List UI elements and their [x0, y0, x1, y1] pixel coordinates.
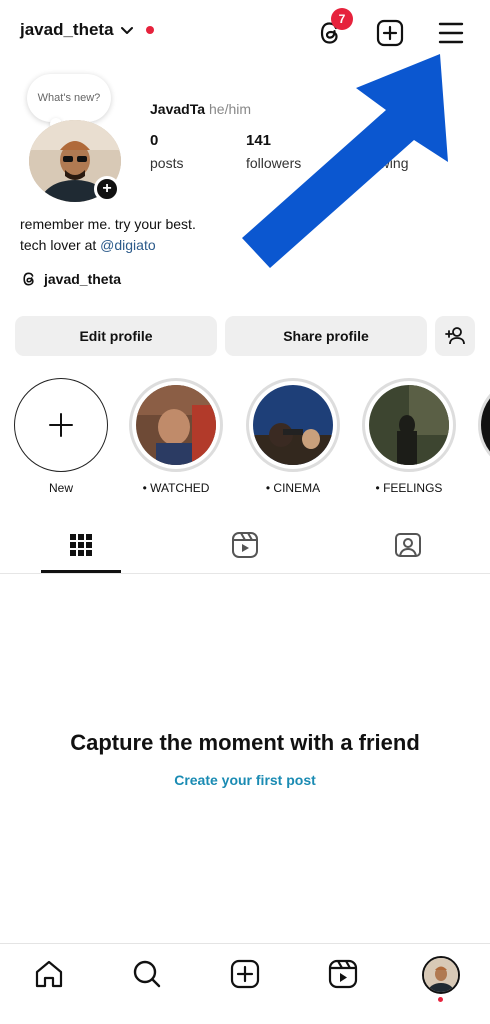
menu-button[interactable] [436, 18, 466, 48]
reels-icon [328, 959, 358, 989]
share-profile-button[interactable]: Share profile [225, 316, 427, 356]
active-tab-indicator [41, 570, 121, 573]
add-person-icon [445, 327, 465, 345]
add-story-button[interactable]: + [94, 176, 120, 202]
bottom-navigation [0, 943, 490, 1024]
highlight-ring [362, 378, 456, 472]
posts-stat[interactable]: 0 posts [150, 132, 183, 171]
highlight-label: New [48, 481, 73, 495]
nav-reels[interactable] [327, 958, 359, 990]
highlight-cover [369, 385, 449, 465]
threads-button[interactable]: 7 [315, 8, 353, 48]
bio-mention-link[interactable]: @digiato [100, 237, 155, 253]
discover-people-button[interactable] [435, 316, 475, 356]
highlight-label: • FEELINGS [375, 481, 443, 495]
pronouns: he/him [209, 101, 252, 117]
highlight-cinema[interactable]: • CINEMA [246, 378, 340, 495]
highlight-label: • WATCHED [142, 481, 210, 495]
nav-home[interactable] [33, 958, 65, 990]
create-first-post-link[interactable]: Create your first post [0, 772, 490, 788]
menu-icon [438, 22, 464, 44]
highlight-ring [246, 378, 340, 472]
display-name: JavadTa [150, 101, 205, 117]
create-post-icon [376, 19, 404, 47]
highlight-label: • CINEMA [265, 481, 321, 495]
home-icon [35, 960, 63, 988]
top-bar: javad_theta 7 [0, 0, 490, 64]
posts-label: posts [150, 155, 184, 171]
nav-search[interactable] [131, 958, 163, 990]
followers-label: followers [246, 155, 302, 171]
note-placeholder: What's new? [37, 92, 101, 104]
highlight-cover [136, 385, 216, 465]
highlight-watched[interactable]: • WATCHED [129, 378, 223, 495]
highlight-feelings[interactable]: • FEELINGS [362, 378, 456, 495]
bio-line-1: remember me. try your best. [20, 216, 196, 232]
create-icon [230, 959, 260, 989]
highlight-ring [478, 378, 490, 472]
edit-profile-button[interactable]: Edit profile [15, 316, 217, 356]
threads-icon [23, 272, 34, 286]
nav-profile-avatar[interactable] [422, 956, 460, 994]
grid-icon [70, 534, 92, 556]
followers-stat[interactable]: 141 followers [246, 132, 301, 171]
tab-reels[interactable] [205, 516, 285, 574]
followers-count: 141 [246, 132, 272, 149]
highlight-new[interactable]: New [14, 378, 108, 495]
following-stat[interactable]: following [354, 132, 408, 171]
account-switcher[interactable]: javad_theta [20, 20, 154, 40]
highlight-cover [253, 385, 333, 465]
highlight-ring [129, 378, 223, 472]
tab-tagged[interactable] [368, 516, 448, 574]
nav-create[interactable] [229, 958, 261, 990]
chevron-down-icon [120, 27, 133, 34]
following-label: following [354, 155, 409, 171]
display-name-row: JavadTa he/him [150, 101, 251, 117]
tagged-icon [395, 533, 421, 557]
avatar-photo [424, 958, 458, 992]
search-icon [133, 960, 161, 988]
tab-grid[interactable] [41, 516, 121, 574]
following-count [354, 132, 408, 149]
empty-state-title: Capture the moment with a friend [70, 730, 420, 755]
unread-dot [145, 26, 154, 34]
threads-handle: javad_theta [44, 271, 122, 287]
bio: remember me. try your best. tech lover a… [20, 214, 196, 256]
bio-line-2: tech lover at @digiato [20, 235, 196, 256]
threads-profile-link[interactable]: javad_theta [20, 270, 121, 288]
username: javad_theta [20, 20, 114, 39]
notification-badge: 7 [331, 8, 353, 30]
create-button[interactable] [375, 18, 405, 48]
highlight-partial[interactable] [478, 378, 490, 472]
bio-text: tech lover at [20, 237, 101, 253]
note-bubble[interactable]: What's new? [27, 74, 111, 122]
reels-icon [232, 532, 258, 558]
posts-count: 0 [150, 132, 159, 149]
profile-tabs [0, 516, 490, 574]
profile-activity-dot [438, 997, 443, 1002]
plus-icon [49, 413, 73, 437]
new-highlight-circle [14, 378, 108, 472]
